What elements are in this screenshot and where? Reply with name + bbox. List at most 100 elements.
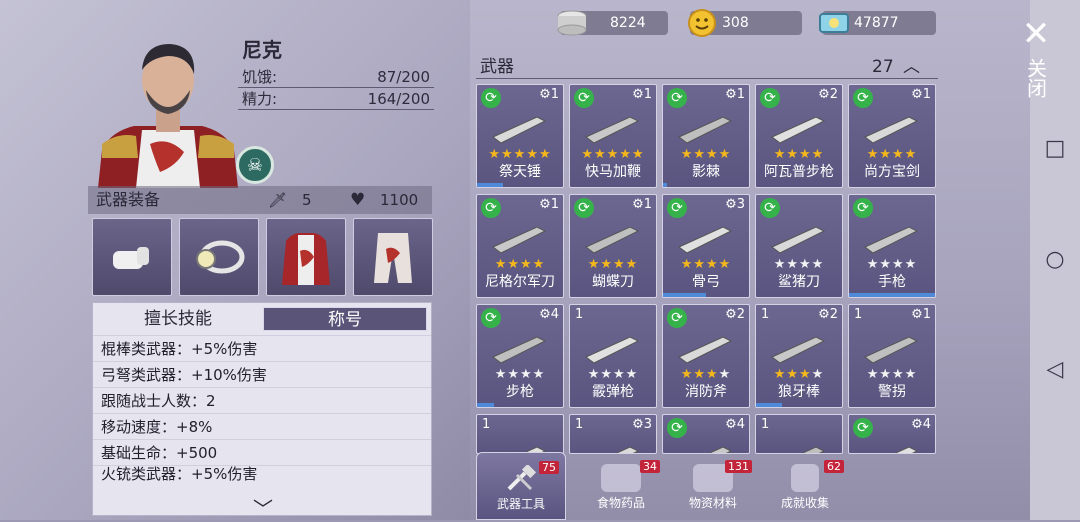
gear-icon: ⚙: [632, 417, 644, 432]
star-icon: ★: [581, 147, 595, 162]
star-icon: ★: [625, 257, 639, 272]
character-portrait: [88, 40, 248, 188]
tab-materials[interactable]: 物资材料 131: [668, 460, 758, 516]
weapon-level: ⚙1: [911, 87, 931, 102]
refresh-icon: ⟳: [853, 88, 873, 108]
back-icon[interactable]: ◁: [1042, 357, 1068, 383]
star-icon: ★: [892, 257, 905, 272]
star-icon: ★: [693, 367, 706, 382]
weapon-card[interactable]: ⟳ ⚙4: [662, 414, 750, 454]
weapon-icon: [678, 116, 733, 144]
weapon-card[interactable]: ⟳ ⚙2 ★★★★ 消防斧: [662, 304, 750, 408]
star-icon: ★: [706, 147, 719, 162]
gear-icon: ⚙: [725, 417, 737, 432]
tab-weapons-tools[interactable]: 武器工具 75: [476, 452, 566, 520]
tab-title[interactable]: 称号: [263, 307, 427, 331]
equip-slot-weapon[interactable]: [92, 218, 172, 296]
star-icon: ★: [811, 257, 825, 272]
weapon-card[interactable]: 1 ⚙3: [569, 414, 657, 454]
star-icon: ★: [706, 257, 719, 272]
weapon-level-value: 2: [829, 307, 838, 322]
star-icon: ★: [532, 367, 546, 382]
equip-slot-head[interactable]: [179, 218, 259, 296]
weapon-count: 1: [761, 417, 770, 432]
weapon-stars: ★★★★: [756, 147, 842, 162]
star-icon: ★: [786, 367, 799, 382]
equip-slot-legs[interactable]: [353, 218, 433, 296]
weapon-stars: ★★★★: [477, 367, 563, 382]
weapon-icon: [678, 336, 733, 364]
star-icon: ★: [773, 147, 787, 162]
weapon-card[interactable]: ⟳ ★★★★ 手枪: [848, 194, 936, 298]
weapon-name: 尼格尔军刀: [485, 274, 555, 290]
chevron-down-icon[interactable]: ﹀: [253, 493, 273, 522]
refresh-icon: ⟳: [760, 198, 780, 218]
pants-icon: [374, 233, 412, 283]
close-button[interactable]: ✕ 关闭: [1016, 14, 1056, 114]
star-icon: ★: [507, 367, 520, 382]
gear-icon: ⚙: [725, 307, 737, 322]
weapon-name: 步枪: [506, 384, 534, 400]
weapon-icon: [585, 336, 640, 364]
weapon-card[interactable]: ⟳ ★★★★ 鲨猪刀: [755, 194, 843, 298]
weapon-name: 祭天锤: [499, 164, 541, 180]
weapon-card[interactable]: ⟳ ⚙1 ★★★★ 尼格尔军刀: [476, 194, 564, 298]
weapon-card[interactable]: ⟳ ⚙4: [848, 414, 936, 454]
tab-skills[interactable]: 擅长技能: [97, 307, 259, 331]
recent-apps-icon[interactable]: □: [1042, 136, 1068, 162]
energy-row: 精力: 164/200: [238, 88, 434, 110]
star-icon: ★: [613, 367, 626, 382]
home-icon[interactable]: ○: [1042, 247, 1068, 273]
tab-achievements[interactable]: 成就收集 62: [760, 460, 850, 516]
refresh-icon: ⟳: [853, 198, 873, 218]
star-icon: ★: [600, 257, 613, 272]
refresh-icon: ⟳: [853, 418, 873, 438]
sword-icon: 🗡: [268, 191, 288, 209]
weapon-card[interactable]: 1 ⚙2 ★★★★ 狼牙棒: [755, 304, 843, 408]
refresh-icon: ⟳: [667, 308, 687, 328]
chevron-up-icon[interactable]: ︿: [903, 57, 920, 77]
weapon-card[interactable]: 1 ★★★★ 霰弹枪: [569, 304, 657, 408]
weapon-card[interactable]: 1 ⚙1 ★★★★ 警拐: [848, 304, 936, 408]
weapon-stars: ★★★★: [663, 147, 749, 162]
star-icon: ★: [513, 147, 527, 162]
weapon-name: 快马加鞭: [585, 164, 641, 180]
weapon-icon: [771, 336, 826, 364]
weapon-icon: [864, 226, 919, 254]
weapon-card[interactable]: 1: [476, 414, 564, 454]
weapon-card[interactable]: ⟳ ⚙3 ★★★★ 骨弓: [662, 194, 750, 298]
skull-badge-icon[interactable]: ☠: [236, 146, 274, 184]
weapon-level: ⚙2: [818, 87, 838, 102]
skills-tabs: 擅长技能 称号: [93, 303, 431, 335]
weapon-card[interactable]: ⟳ ⚙2 ★★★★ 阿瓦普步枪: [755, 84, 843, 188]
weapon-card[interactable]: ⟳ ⚙1 ★★★★ 尚方宝剑: [848, 84, 936, 188]
weapon-card[interactable]: ⟳ ⚙1 ★★★★★ 快马加鞭: [569, 84, 657, 188]
energy-value: 164/200: [367, 90, 430, 108]
weapon-level-value: 1: [550, 197, 559, 212]
star-icon: ★: [587, 367, 601, 382]
gear-icon: ⚙: [539, 197, 551, 212]
tab-label: 食物药品: [596, 496, 645, 510]
weapon-card[interactable]: 1: [755, 414, 843, 454]
weapon-stars: ★★★★: [756, 367, 842, 382]
weapon-card[interactable]: ⟳ ⚙4 ★★★★ 步枪: [476, 304, 564, 408]
star-icon: ★: [866, 257, 880, 272]
equip-slot-body[interactable]: [266, 218, 346, 296]
star-icon: ★: [587, 257, 601, 272]
star-icon: ★: [879, 367, 892, 382]
weapon-card[interactable]: ⟳ ⚙1 ★★★★ 蝴蝶刀: [569, 194, 657, 298]
character-name: 尼克: [242, 38, 282, 62]
weapon-card[interactable]: ⟳ ⚙1 ★★★★ 影棘: [662, 84, 750, 188]
weapon-level: ⚙1: [539, 197, 559, 212]
star-icon: ★: [866, 147, 880, 162]
weapon-level: ⚙4: [725, 417, 745, 432]
star-icon: ★: [879, 147, 892, 162]
weapon-count: 1: [761, 307, 770, 322]
weapon-icon: [678, 226, 733, 254]
weapon-icon: [585, 226, 640, 254]
weapon-card[interactable]: ⟳ ⚙1 ★★★★★ 祭天锤: [476, 84, 564, 188]
tab-food-medicine[interactable]: 食物药品 34: [576, 460, 666, 516]
star-icon: ★: [799, 147, 812, 162]
equipment-title: 武器装备: [96, 190, 161, 209]
weapon-name: 消防斧: [685, 384, 727, 400]
